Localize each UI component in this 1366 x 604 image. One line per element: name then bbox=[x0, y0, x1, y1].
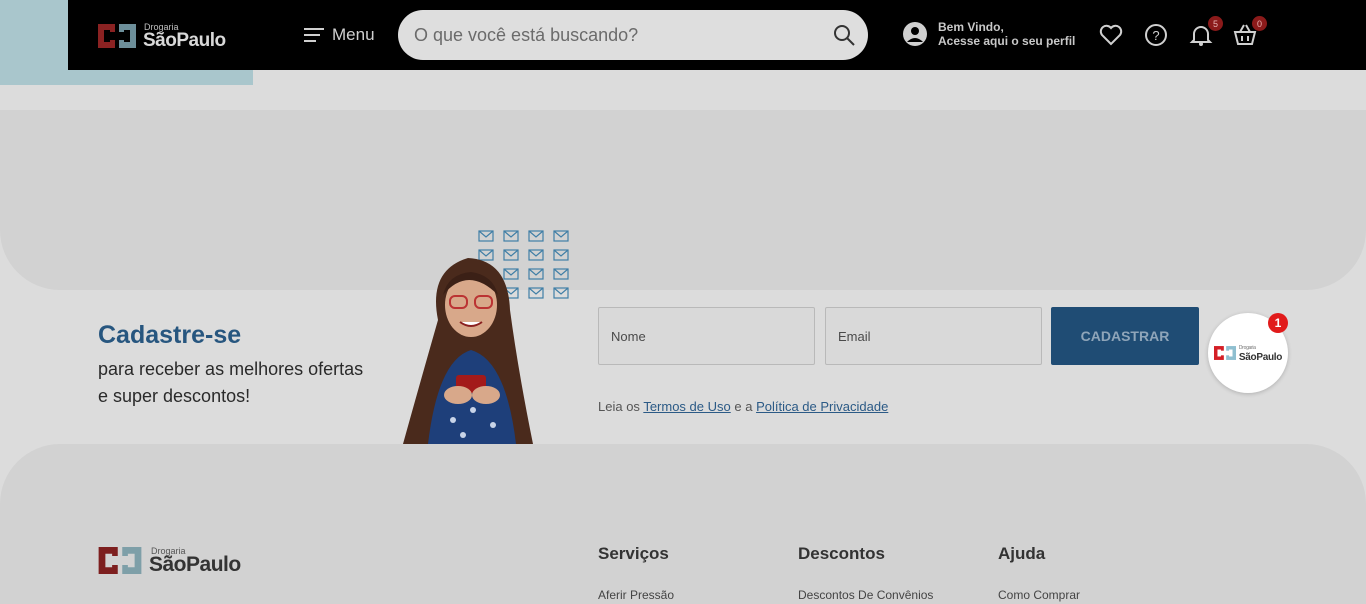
logo-big-text: SãoPaulo bbox=[143, 30, 226, 51]
legal-mid: e a bbox=[734, 399, 753, 414]
cart-button[interactable]: 0 bbox=[1232, 16, 1267, 48]
legal-notice: Leia os Termos de Uso e a Política de Pr… bbox=[598, 399, 888, 414]
brand-logo-mark-icon bbox=[1213, 346, 1236, 360]
envelope-icon bbox=[553, 230, 569, 242]
footer-column-descontos: Descontos Descontos De Convênios bbox=[798, 544, 933, 602]
footer-link[interactable]: Aferir Pressão bbox=[598, 588, 674, 602]
terms-link[interactable]: Termos de Uso bbox=[643, 399, 730, 414]
header-logo[interactable]: Drogaria SãoPaulo bbox=[98, 22, 233, 51]
help-icon[interactable]: ? bbox=[1143, 22, 1169, 48]
envelope-icon bbox=[553, 249, 569, 261]
footer-logo[interactable]: Drogaria SãoPaulo bbox=[98, 546, 248, 576]
name-field-wrapper bbox=[598, 307, 815, 365]
footer-link[interactable]: Descontos De Convênios bbox=[798, 588, 933, 602]
brand-logo-mark-icon bbox=[98, 547, 142, 574]
chat-badge: 1 bbox=[1268, 313, 1288, 333]
brand-logo-mark-icon bbox=[98, 24, 136, 48]
svg-text:?: ? bbox=[1152, 28, 1159, 43]
envelope-icon bbox=[553, 268, 569, 280]
profile-subtext: Acesse aqui o seu perfil bbox=[938, 34, 1076, 48]
email-field-wrapper bbox=[825, 307, 1042, 365]
menu-label: Menu bbox=[332, 25, 375, 44]
signup-title: Cadastre-se bbox=[98, 321, 242, 349]
footer-column-title: Serviços bbox=[598, 544, 669, 563]
signup-submit-button[interactable]: CADASTRAR bbox=[1051, 307, 1199, 365]
chat-widget-button[interactable]: Drogaria SãoPaulo 1 bbox=[1208, 313, 1288, 393]
footer-column-title: Descontos bbox=[798, 544, 885, 563]
notifications-button[interactable]: 5 bbox=[1188, 16, 1223, 48]
user-avatar-icon bbox=[903, 22, 927, 46]
menu-button[interactable]: Menu bbox=[304, 24, 375, 46]
footer-column-servicos: Serviços Aferir Pressão bbox=[598, 544, 674, 602]
envelope-icon bbox=[478, 230, 494, 242]
email-input[interactable] bbox=[826, 308, 1041, 364]
cart-badge: 0 bbox=[1252, 16, 1267, 31]
signup-subtitle: para receber as melhores ofertas e super… bbox=[98, 359, 364, 406]
footer-logo-big: SãoPaulo bbox=[149, 553, 241, 576]
chat-logo: Drogaria SãoPaulo bbox=[1213, 344, 1283, 363]
envelope-icon bbox=[503, 230, 519, 242]
footer-link[interactable]: Como Comprar bbox=[998, 588, 1080, 602]
notifications-badge: 5 bbox=[1208, 16, 1223, 31]
search-bar bbox=[398, 10, 868, 60]
profile-greeting: Bem Vindo, bbox=[938, 20, 1004, 34]
woman-with-phone-image bbox=[403, 258, 533, 444]
hamburger-icon bbox=[304, 28, 324, 42]
search-icon[interactable] bbox=[832, 23, 856, 47]
privacy-link[interactable]: Política de Privacidade bbox=[756, 399, 888, 414]
chat-logo-big: SãoPaulo bbox=[1238, 352, 1283, 363]
top-content-band bbox=[0, 110, 1366, 290]
footer-column-ajuda: Ajuda Como Comprar bbox=[998, 544, 1080, 602]
site-footer bbox=[0, 444, 1366, 604]
profile-link[interactable]: Bem Vindo, Acesse aqui o seu perfil bbox=[902, 20, 1075, 48]
name-input[interactable] bbox=[599, 308, 814, 364]
envelope-icon bbox=[528, 230, 544, 242]
heart-icon[interactable] bbox=[1098, 22, 1124, 48]
envelope-icon bbox=[553, 287, 569, 299]
legal-prefix: Leia os bbox=[598, 399, 640, 414]
footer-column-title: Ajuda bbox=[998, 544, 1046, 563]
search-input[interactable] bbox=[414, 10, 814, 60]
site-header: Drogaria SãoPaulo Menu Bem Vindo, Acesse… bbox=[68, 0, 1366, 70]
